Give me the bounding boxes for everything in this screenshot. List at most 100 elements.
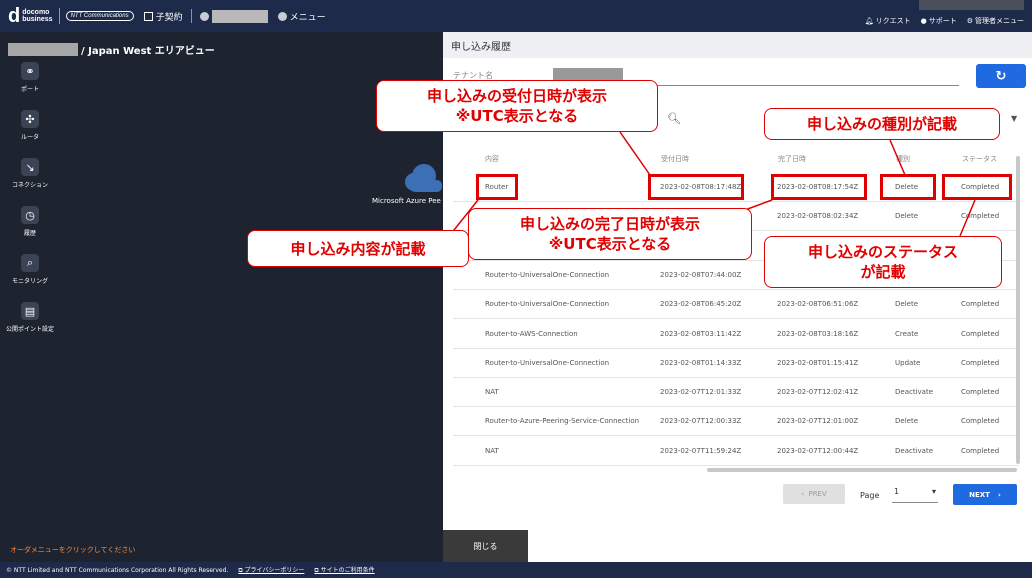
table-cell: 2023-02-08T03:11:42Z (660, 329, 742, 338)
annotation-content: 申し込み内容が記載 (247, 230, 469, 267)
user-icon (199, 11, 209, 21)
table-cell: Router-to-UniversalOne-Connection (485, 270, 610, 279)
copyright: © NTT Limited and NTT Communications Cor… (6, 566, 229, 574)
public-point-icon: ▤ (21, 302, 39, 320)
table-row[interactable]: NAT 2023-02-07T11:59:24Z 2023-02-07T12:00:… (453, 437, 1019, 466)
ntt-logo: NTT Communications (65, 11, 134, 21)
highlight-kind (880, 174, 936, 200)
table-cell: Delete (895, 417, 918, 426)
table-cell: Deactivate (895, 388, 934, 397)
table-cell: Update (895, 358, 921, 367)
horizontal-scrollbar[interactable] (707, 468, 1017, 472)
table-cell: 2023-02-07T12:01:00Z (777, 417, 859, 426)
menu-icon (277, 11, 287, 21)
table-cell: Delete (895, 300, 918, 309)
col-header-status: ステータス (962, 155, 997, 163)
table-cell: Completed (961, 300, 1000, 309)
close-button[interactable]: 閉じる (443, 530, 528, 562)
history-icon: ◷ (21, 206, 39, 224)
table-cell: Deactivate (895, 446, 934, 455)
masked-tenant (553, 68, 623, 80)
table-cell: NAT (485, 388, 499, 397)
divider (58, 8, 60, 24)
nav-item-connection[interactable]: ↘ コネクション (0, 154, 60, 202)
table-cell: 2023-02-07T12:02:41Z (777, 388, 859, 397)
table-cell: Completed (961, 212, 1000, 221)
contract-icon (143, 11, 153, 21)
left-nav: ⚭ ポート ✣ ルータ ↘ コネクション ◷ 履歴 ⌕ モニタリング ▤ 公開ポ… (0, 58, 60, 346)
search-icon[interactable]: 🔍︎ (667, 112, 681, 125)
logo-line1: docomo (22, 9, 50, 16)
table-cell: NAT (485, 446, 499, 455)
annotation-status: 申し込みのステータス が記載 (764, 236, 1002, 288)
divider (190, 9, 192, 23)
logo-mark: d (8, 5, 21, 27)
monitoring-icon: ⌕ (21, 254, 39, 272)
contract-selector[interactable]: 子契約 (143, 10, 183, 23)
connection-icon: ↘ (21, 158, 39, 176)
masked-contract-name (211, 9, 268, 23)
table-row[interactable]: Router-to-Azure-Peering-Service-Connecti… (453, 407, 1019, 437)
table-row[interactable]: NAT 2023-02-07T12:01:33Z 2023-02-07T12:02:… (453, 378, 1019, 408)
col-header-received: 受付日時 (661, 155, 689, 163)
highlight-received (648, 174, 744, 200)
table-cell: Completed (961, 388, 1000, 397)
table-cell: 2023-02-07T11:59:24Z (660, 446, 742, 455)
table-row[interactable]: Router-to-AWS-Connection 2023-02-08T03:11… (453, 320, 1019, 349)
nav-item-port[interactable]: ⚭ ポート (0, 58, 60, 106)
chevron-down-icon[interactable]: ▼ (1011, 114, 1017, 123)
annotation-kind: 申し込みの種別が記載 (764, 108, 1000, 140)
table-cell: Completed (961, 417, 1000, 426)
menu-button[interactable]: メニュー (277, 10, 326, 23)
port-icon: ⚭ (21, 62, 39, 80)
nav-item-public-point[interactable]: ▤ 公開ポイント設定 (0, 298, 60, 346)
table-cell: 2023-02-08T01:14:33Z (660, 358, 742, 367)
table-cell: 2023-02-07T12:00:33Z (660, 417, 742, 426)
support-link[interactable]: ● サポート (921, 16, 957, 26)
page-select[interactable]: 1 ▾ (892, 487, 938, 503)
table-cell: 2023-02-08T03:18:16Z (777, 329, 859, 338)
request-link[interactable]: 🔔︎ リクエスト (865, 16, 911, 26)
contract-label: 子契約 (155, 12, 183, 23)
chevron-right-icon: › (997, 490, 1001, 499)
highlight-status (942, 174, 1012, 200)
azure-cloud-icon[interactable] (402, 162, 442, 194)
annotation-completed-time: 申し込みの完了日時が表示 ※UTC表示となる (468, 208, 752, 260)
logo-line2: business (22, 16, 53, 23)
table-cell: Router-to-UniversalOne-Connection (485, 300, 610, 309)
prev-button[interactable]: ‹ PREV (783, 484, 845, 504)
terms-link[interactable]: ⧉ サイトのご利用条件 (314, 565, 374, 575)
order-hint: オーダメニューをクリックしてください (10, 546, 136, 554)
table-row[interactable]: Router-to-UniversalOne-Connection 2023-02… (453, 349, 1019, 378)
gear-icon: ⚙ (966, 17, 973, 25)
panel-title: 申し込み履歴 (443, 32, 1032, 58)
table-cell: 2023-02-08T06:45:20Z (660, 300, 742, 309)
region-title-text: / Japan West エリアビュー (81, 46, 215, 57)
help-icon: ● (920, 17, 927, 25)
annotation-received-time: 申し込みの受付日時が表示 ※UTC表示となる (376, 80, 658, 132)
table-row[interactable]: Router-to-UniversalOne-Connection 2023-02… (453, 290, 1019, 320)
chevron-left-icon: ‹ (801, 490, 809, 498)
privacy-link[interactable]: ⧉ プライバシーポリシー (238, 565, 304, 575)
refresh-button[interactable]: ↻ (976, 64, 1026, 88)
table-cell: Completed (961, 329, 1000, 338)
nav-item-router[interactable]: ✣ ルータ (0, 106, 60, 154)
region-title: / Japan West エリアビュー (8, 42, 215, 57)
nav-item-monitoring[interactable]: ⌕ モニタリング (0, 250, 60, 298)
refresh-icon: ↻ (995, 68, 1007, 84)
col-header-content: 内容 (485, 155, 499, 163)
next-button[interactable]: NEXT › (953, 484, 1017, 505)
table-cell: Delete (895, 212, 918, 221)
table-cell: Completed (961, 358, 1000, 367)
chevron-down-icon: ▾ (931, 487, 936, 496)
col-header-kind: 種別 (896, 155, 910, 163)
table-cell: 2023-02-08T01:15:41Z (777, 358, 859, 367)
vertical-scrollbar[interactable] (1016, 156, 1020, 464)
docomo-business-logo[interactable]: d docomo business (8, 6, 53, 26)
admin-menu-link[interactable]: ⚙ 管理者メニュー (967, 16, 1024, 26)
router-icon: ✣ (21, 110, 39, 128)
page-label: Page (860, 491, 880, 500)
top-bar: d docomo business NTT Communications 子契約… (0, 0, 1032, 32)
footer: © NTT Limited and NTT Communications Cor… (0, 562, 1032, 578)
nav-item-history[interactable]: ◷ 履歴 (0, 202, 60, 250)
